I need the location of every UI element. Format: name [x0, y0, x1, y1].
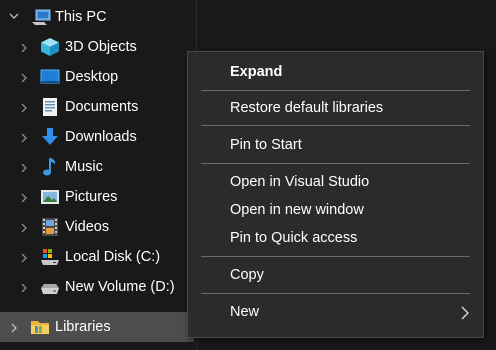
music-icon [40, 157, 60, 177]
menu-item-label: Pin to Quick access [230, 230, 358, 246]
menu-item-label: Expand [230, 64, 283, 80]
nav-item-label: Desktop [65, 69, 119, 85]
nav-item-new-volume-d[interactable]: New Volume (D:) [0, 272, 196, 302]
menu-separator [201, 293, 470, 294]
nav-item-label: New Volume (D:) [65, 279, 175, 295]
chevron-right-icon[interactable] [20, 73, 28, 83]
nav-item-label: Libraries [55, 319, 111, 335]
nav-item-label: Videos [65, 219, 110, 235]
nav-item-desktop[interactable]: Desktop [0, 62, 196, 92]
nav-item-local-disk-c[interactable]: Local Disk (C:) [0, 242, 196, 272]
chevron-right-icon[interactable] [20, 193, 28, 203]
documents-icon [40, 97, 60, 117]
nav-item-music[interactable]: Music [0, 152, 196, 182]
menu-item-copy[interactable]: Copy [188, 262, 483, 288]
nav-item-label: This PC [55, 9, 107, 25]
menu-item-label: Open in Visual Studio [230, 174, 370, 190]
pictures-icon [40, 187, 60, 207]
menu-item-label: Copy [230, 267, 264, 283]
videos-icon [40, 217, 60, 237]
libraries-icon [30, 317, 50, 337]
menu-item-pin-to-quick-access[interactable]: Pin to Quick access [188, 225, 483, 251]
chevron-right-icon[interactable] [20, 43, 28, 53]
menu-item-pin-to-start[interactable]: Pin to Start [188, 132, 483, 158]
chevron-right-icon[interactable] [20, 133, 28, 143]
menu-item-new[interactable]: New [188, 299, 483, 325]
nav-item-label: Pictures [65, 189, 118, 205]
nav-item-downloads[interactable]: Downloads [0, 122, 196, 152]
nav-item-label: Documents [65, 99, 139, 115]
menu-item-open-in-new-window[interactable]: Open in new window [188, 197, 483, 223]
chevron-right-icon[interactable] [20, 253, 28, 263]
menu-item-open-in-visual-studio[interactable]: Open in Visual Studio [188, 169, 483, 195]
chevron-right-icon[interactable] [20, 163, 28, 173]
drive-icon [40, 277, 60, 297]
nav-item-label: Music [65, 159, 103, 175]
desktop-icon [40, 67, 60, 87]
downloads-icon [40, 127, 60, 147]
this-pc-icon [30, 7, 51, 27]
menu-separator [201, 163, 470, 164]
chevron-right-icon[interactable] [20, 223, 28, 233]
nav-item-libraries[interactable]: Libraries [0, 312, 194, 342]
menu-separator [201, 90, 470, 91]
menu-item-restore-default-libraries[interactable]: Restore default libraries [188, 95, 483, 121]
local-disk-icon [40, 247, 60, 267]
menu-item-label: Restore default libraries [230, 100, 384, 116]
3d-objects-icon [40, 37, 60, 57]
nav-item-label: Downloads [65, 129, 137, 145]
chevron-right-icon[interactable] [10, 323, 18, 333]
context-menu: Expand Restore default libraries Pin to … [187, 51, 484, 338]
menu-item-label: Open in new window [230, 202, 364, 218]
menu-item-expand[interactable]: Expand [188, 59, 483, 85]
navigation-pane: This PC 3D Objects Desktop Documents Dow… [0, 0, 197, 350]
menu-separator [201, 125, 470, 126]
nav-item-this-pc[interactable]: This PC [0, 2, 196, 32]
chevron-right-icon[interactable] [20, 283, 28, 293]
nav-item-pictures[interactable]: Pictures [0, 182, 196, 212]
nav-item-3d-objects[interactable]: 3D Objects [0, 32, 196, 62]
nav-item-documents[interactable]: Documents [0, 92, 196, 122]
menu-item-label: New [230, 304, 260, 320]
chevron-down-icon[interactable] [9, 12, 19, 20]
chevron-right-icon [461, 306, 469, 320]
nav-item-label: 3D Objects [65, 39, 137, 55]
nav-item-videos[interactable]: Videos [0, 212, 196, 242]
menu-separator [201, 256, 470, 257]
menu-item-label: Pin to Start [230, 137, 302, 153]
nav-item-label: Local Disk (C:) [65, 249, 161, 265]
chevron-right-icon[interactable] [20, 103, 28, 113]
